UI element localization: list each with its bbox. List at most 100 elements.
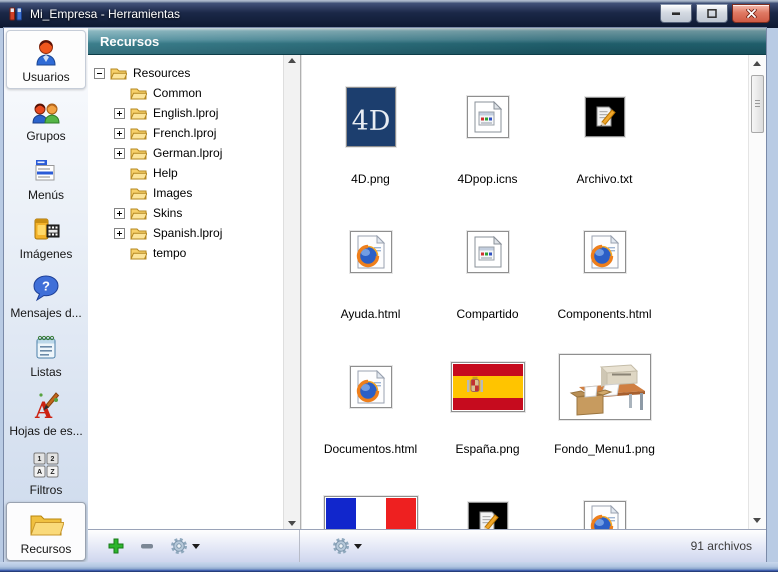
file-Archivo.txt[interactable]: Archivo.txt [546,61,663,196]
sidebar-item-mensajes[interactable]: ? Mensajes d... [6,266,86,325]
expand-plus-icon[interactable] [114,208,125,219]
tree-row-label: French.lproj [153,126,216,140]
sidebar-item-imagenes[interactable]: Imágenes [6,207,86,266]
app-document-icon [474,236,502,268]
sidebar-item-grupos[interactable]: Grupos [6,89,86,148]
svg-text:Z: Z [50,469,55,476]
sidebar-item-label: Filtros [30,483,63,497]
file-icon-box [467,96,509,138]
add-button[interactable] [108,538,124,554]
sidebar-item-label: Listas [30,365,61,379]
window-controls [660,4,770,23]
actions-button[interactable] [170,537,200,555]
file-name-label: 4Dpop.icns [457,172,517,196]
file-España.png[interactable]: España.png [429,331,546,466]
firefox-html-icon [590,235,620,269]
dropdown-arrow-icon[interactable] [192,544,200,549]
file-item[interactable] [312,466,429,529]
scroll-up-icon[interactable] [288,58,296,63]
file-name-label: Archivo.txt [576,172,632,196]
titlebar: Mi_Empresa - Herramientas [0,0,778,28]
file-icon-box [350,366,392,408]
file-name-label: 4D.png [351,172,390,196]
toolbar-right: 91 archivos [300,530,766,562]
dropdown-arrow-icon[interactable] [354,544,362,549]
expand-plus-icon[interactable] [114,128,125,139]
file-Fondo_Menu1.png[interactable]: Fondo_Menu1.png [546,331,663,466]
spain-flag-icon [453,364,523,410]
sidebar-item-filtros[interactable]: 12AZ Filtros [6,443,86,502]
file-name-label: Compartido [456,307,518,331]
scroll-thumb[interactable] [751,75,764,133]
sidebar-item-menus[interactable]: Menús [6,148,86,207]
svg-text:4D: 4D [351,106,390,137]
sidebar-item-listas[interactable]: Listas [6,325,86,384]
scroll-up-icon[interactable] [753,61,761,66]
remove-button[interactable] [139,538,155,554]
file-Documentos.html[interactable]: Documentos.html [312,331,429,466]
close-button[interactable] [732,4,770,23]
tree-row[interactable]: German.lproj [114,143,283,163]
gear-icon [170,537,188,555]
tree-row[interactable]: Common [114,83,283,103]
file-4Dpop.icns[interactable]: 4Dpop.icns [429,61,546,196]
window-bottom-frame [0,562,778,572]
svg-text:1: 1 [38,456,42,463]
file-icon-box [451,362,525,412]
sidebar-item-hojas[interactable]: A Hojas de es... [6,384,86,443]
expand-plus-icon[interactable] [114,108,125,119]
user-icon [33,38,59,66]
file-icon-box [467,231,509,273]
tree-row-label: Skins [153,206,182,220]
sidebar-item-label: Grupos [26,129,65,143]
app-window: Mi_Empresa - Herramientas Usuarios Grupo… [0,0,778,572]
file-4D.png[interactable]: 4D 4D.png [312,61,429,196]
tree-row-label: English.lproj [153,106,218,120]
sidebar-item-usuarios[interactable]: Usuarios [6,30,86,89]
tree-row[interactable]: Help [114,163,283,183]
expand-plus-icon[interactable] [114,148,125,159]
actions2-button[interactable] [332,537,362,555]
tree-scrollbar[interactable] [283,55,300,529]
file-Ayuda.html[interactable]: Ayuda.html [312,196,429,331]
tree-row-label: German.lproj [153,146,222,160]
maximize-button[interactable] [696,4,728,23]
tree-folder-icon [130,226,147,240]
file-item[interactable] [546,466,663,529]
file-item[interactable] [429,466,546,529]
text-document-icon [471,505,505,530]
tree-row-label: Help [153,166,178,180]
app-tools-icon [8,6,24,22]
sidebar: Usuarios Grupos Menús Imágenes ? Mensaje… [4,28,88,562]
sidebar-item-label: Menús [28,188,64,202]
file-name-label: Components.html [557,307,651,331]
tree-row[interactable]: Resources [94,63,283,83]
content-scrollbar[interactable] [748,55,766,529]
expand-plus-icon[interactable] [114,228,125,239]
scroll-down-icon[interactable] [288,521,296,526]
sidebar-item-label: Imágenes [20,247,73,261]
minimize-button[interactable] [660,4,692,23]
menu-icon [33,157,59,183]
tree-row-label: Spanish.lproj [153,226,222,240]
app-body: Usuarios Grupos Menús Imágenes ? Mensaje… [4,28,766,562]
sidebar-item-recursos[interactable]: Recursos [6,502,86,561]
text-document-icon [588,100,622,134]
close-icon [746,9,757,18]
tree-row[interactable]: Spanish.lproj [114,223,283,243]
tree-row[interactable]: French.lproj [114,123,283,143]
tree-folder-icon [130,186,147,200]
file-name-label: Ayuda.html [341,307,401,331]
tree-row[interactable]: Skins [114,203,283,223]
file-icon-box [585,97,625,137]
collapse-minus-icon[interactable] [94,68,105,79]
file-Compartido[interactable]: Compartido [429,196,546,331]
tree-row[interactable]: Images [114,183,283,203]
stylesheet-icon: A [32,391,60,421]
tree-row[interactable]: tempo [114,243,283,263]
scroll-down-icon[interactable] [753,518,761,523]
tree-panel: Resources Common English.lproj French.lp… [88,55,301,529]
tree-row[interactable]: English.lproj [114,103,283,123]
file-Components.html[interactable]: Components.html [546,196,663,331]
tree-folder-icon [130,206,147,220]
